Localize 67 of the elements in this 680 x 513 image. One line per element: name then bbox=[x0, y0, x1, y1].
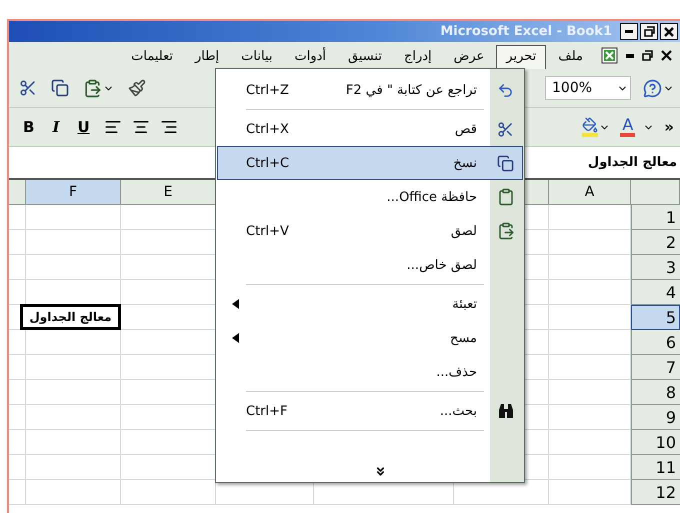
paint-bucket-icon bbox=[582, 117, 598, 133]
close-icon[interactable] bbox=[661, 50, 672, 61]
menu-command[interactable]: مسح bbox=[217, 321, 523, 355]
row-header[interactable]: 6 bbox=[631, 330, 680, 355]
menu-item[interactable]: تنسيق bbox=[338, 45, 392, 69]
formula-text: معالج الجداول bbox=[588, 155, 677, 170]
minimize-button[interactable] bbox=[620, 23, 638, 40]
clipboard-icon bbox=[496, 188, 514, 206]
copy-icon bbox=[51, 79, 69, 97]
menu-item[interactable]: إدراج bbox=[394, 45, 442, 69]
help-icon bbox=[643, 78, 662, 98]
restore-button[interactable] bbox=[640, 23, 658, 40]
menu-command[interactable]: لصق خاص... bbox=[217, 248, 523, 282]
column-header[interactable]: F bbox=[26, 180, 121, 205]
submenu-arrow-icon bbox=[232, 333, 239, 343]
row-header[interactable]: 10 bbox=[631, 430, 680, 455]
menu-item[interactable]: إطار bbox=[184, 45, 230, 69]
row-header[interactable]: 4 bbox=[631, 280, 680, 305]
paste-icon bbox=[83, 78, 102, 98]
menu-command[interactable]: حافظة Office... bbox=[217, 180, 523, 214]
row-header[interactable]: 11 bbox=[631, 455, 680, 480]
copy-icon bbox=[497, 154, 514, 172]
close-button[interactable] bbox=[660, 23, 678, 40]
menu-item[interactable]: ملف bbox=[548, 45, 593, 69]
column-header[interactable]: E bbox=[121, 180, 216, 205]
row-header[interactable]: 7 bbox=[631, 355, 680, 380]
menu-command[interactable]: تعبئة bbox=[217, 287, 523, 321]
row-header[interactable]: 5 bbox=[631, 305, 680, 330]
paintbrush-icon bbox=[128, 79, 146, 97]
column-header[interactable]: A bbox=[549, 180, 631, 205]
undo-icon bbox=[497, 82, 514, 98]
row-header[interactable]: 9 bbox=[631, 405, 680, 430]
row-header[interactable]: 1 bbox=[631, 205, 680, 230]
menu-item[interactable]: أدوات bbox=[284, 45, 336, 69]
menu-item[interactable]: عرض bbox=[444, 45, 494, 69]
restore-icon bbox=[644, 26, 654, 37]
scissors-icon bbox=[497, 120, 514, 138]
binoculars-icon bbox=[496, 403, 514, 419]
menu-item[interactable]: بيانات bbox=[231, 45, 282, 69]
restore-icon[interactable] bbox=[642, 50, 653, 61]
row-header[interactable]: 2 bbox=[631, 230, 680, 255]
copy-button[interactable] bbox=[49, 77, 71, 99]
spreadsheet-icon[interactable] bbox=[601, 47, 618, 64]
close-icon bbox=[664, 26, 674, 36]
format-button[interactable]: U bbox=[71, 116, 96, 138]
window-title: Microsoft Excel - Book1 bbox=[440, 24, 612, 39]
scissors-icon bbox=[19, 79, 37, 97]
active-cell[interactable]: معالج الجداول bbox=[20, 304, 121, 330]
format-painter-button[interactable] bbox=[126, 77, 148, 99]
zoom-field[interactable]: 100% bbox=[545, 76, 631, 100]
format-button[interactable]: I bbox=[46, 116, 66, 138]
menu-item[interactable]: تحرير bbox=[496, 45, 546, 69]
format-button[interactable]: B bbox=[17, 116, 40, 138]
row-header[interactable]: 12 bbox=[631, 480, 680, 505]
menu-command[interactable]: حذف... bbox=[217, 355, 523, 389]
toolbar-overflow-button[interactable]: » bbox=[662, 118, 676, 136]
row-header[interactable]: 8 bbox=[631, 380, 680, 405]
align-center-icon bbox=[132, 118, 150, 136]
row-header[interactable]: 3 bbox=[631, 255, 680, 280]
font-color-button[interactable]: A bbox=[620, 117, 636, 137]
menu-item[interactable]: تعليمات bbox=[121, 45, 183, 69]
submenu-arrow-icon bbox=[232, 299, 239, 309]
paste-icon bbox=[496, 222, 514, 240]
align-right-icon bbox=[160, 118, 178, 136]
align-left-icon bbox=[104, 118, 122, 136]
minimize-icon bbox=[625, 30, 633, 33]
minimize-icon[interactable] bbox=[626, 54, 634, 58]
